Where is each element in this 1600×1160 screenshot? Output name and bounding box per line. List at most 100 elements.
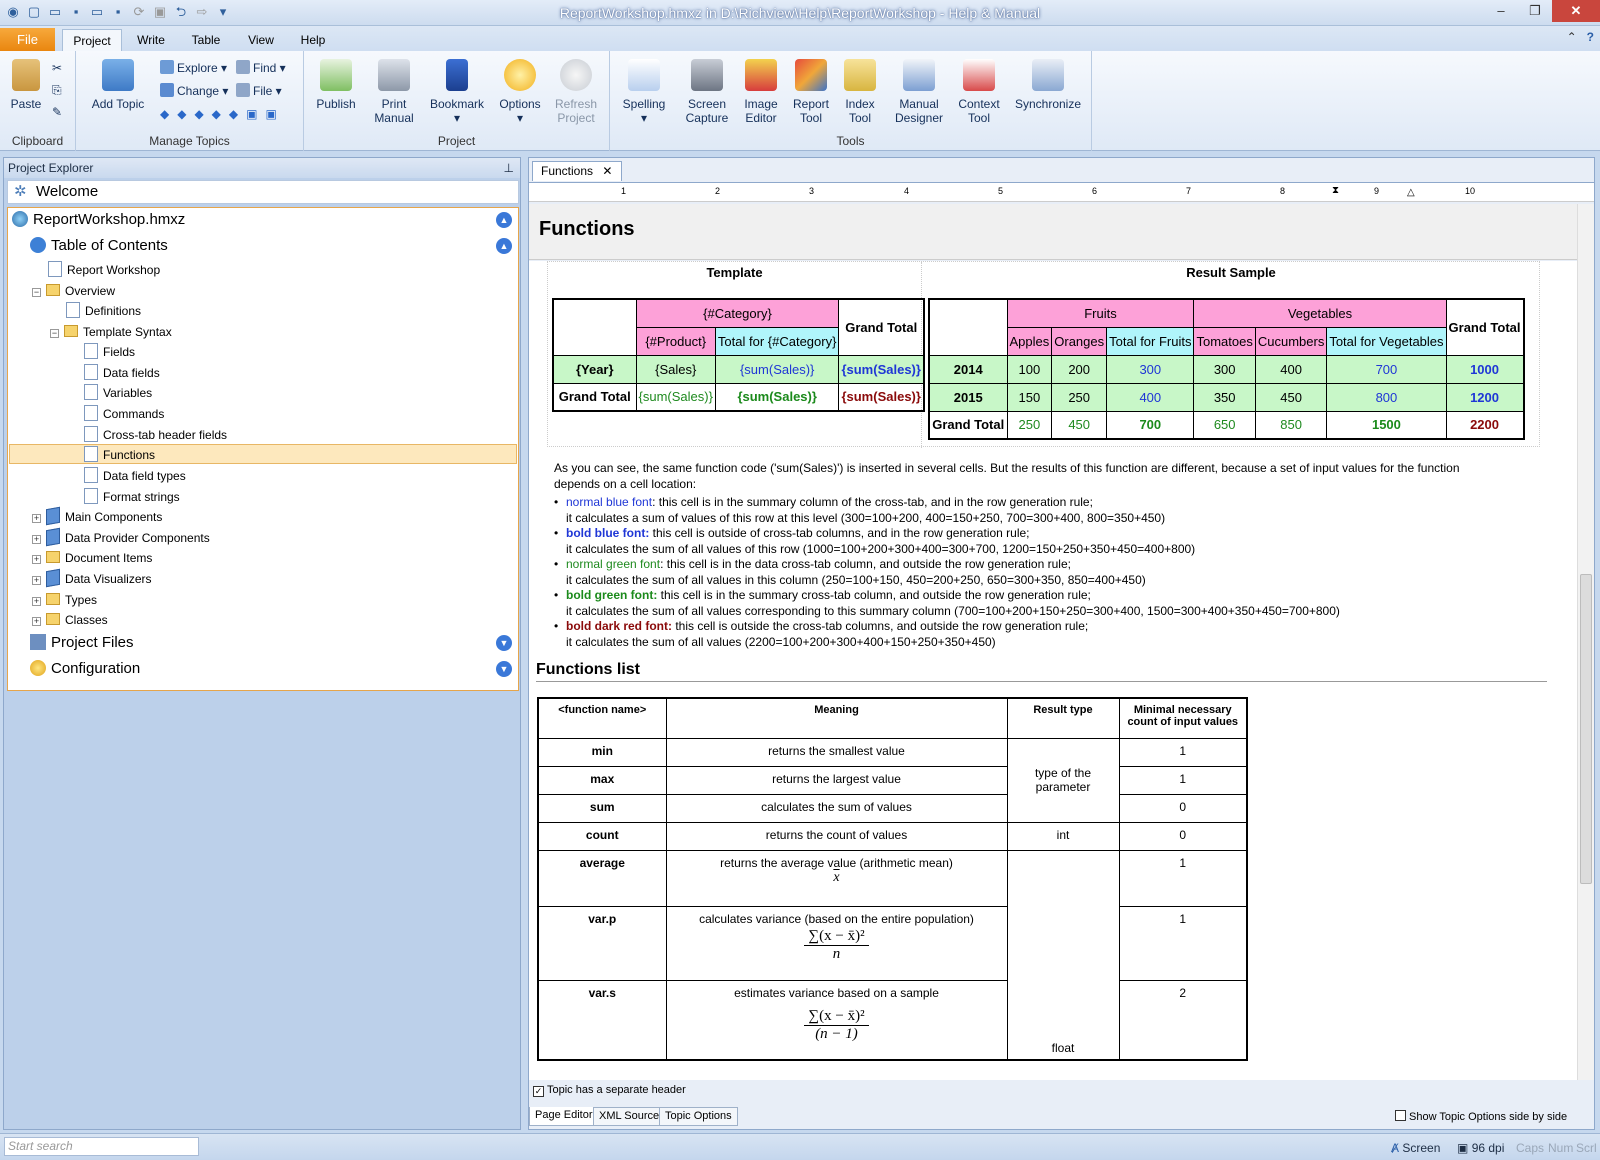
dpi-indicator[interactable]: ▣ 96 dpi <box>1457 1141 1504 1155</box>
tab-functions[interactable]: Functions ✕ <box>532 161 622 181</box>
welcome-item[interactable]: ✲ Welcome <box>7 180 519 204</box>
tree-item-types[interactable]: + Types <box>32 590 97 610</box>
expand-configuration-icon[interactable]: ▼ <box>496 661 512 677</box>
vertical-scrollbar[interactable] <box>1577 204 1594 1080</box>
search-input[interactable]: Start search <box>4 1137 199 1156</box>
side-by-side-checkbox[interactable]: Show Topic Options side by side <box>1395 1110 1567 1123</box>
minimize-ribbon-icon[interactable]: ⌃ <box>1567 30 1577 44</box>
format-painter-icon[interactable]: ✎ <box>52 103 62 121</box>
collapse-icon[interactable]: − <box>50 329 59 338</box>
tree-item-fields[interactable]: Fields <box>84 342 135 362</box>
tree-item-format-strings[interactable]: Format strings <box>84 487 180 507</box>
sum-cell-bold-red: {sum(Sales)} <box>838 382 925 412</box>
topic-content[interactable]: Template Result Sample {#Category} Grand… <box>529 261 1577 1080</box>
tree-item-definitions[interactable]: Definitions <box>66 301 141 321</box>
tree-item-data-visualizers[interactable]: + Data Visualizers <box>32 568 151 589</box>
minimize-icon[interactable]: – <box>1484 0 1518 22</box>
tree-item-functions[interactable]: Functions <box>84 445 155 465</box>
collapse-toc-icon[interactable]: ▲ <box>496 238 512 254</box>
tree-item-data-provider-components[interactable]: + Data Provider Components <box>32 527 210 548</box>
tab-file[interactable]: File <box>0 28 55 51</box>
tree-project-files[interactable]: Project Files <box>30 633 134 653</box>
tree-item-commands[interactable]: Commands <box>84 404 164 424</box>
image-editor-button[interactable]: Image Editor <box>736 59 786 125</box>
bookmark-button[interactable]: Bookmark ▾ <box>426 59 488 125</box>
collapse-project-icon[interactable]: ▲ <box>496 212 512 228</box>
tab-view[interactable]: View <box>238 29 284 51</box>
scrollbar-thumb[interactable] <box>1580 574 1592 884</box>
project-explorer-panel: Project Explorer ⊥ ✲ Welcome ReportWorksh… <box>3 157 521 1130</box>
checkbox-checked-icon[interactable]: ✓ <box>533 1086 544 1097</box>
tree-item-cross-tab-header-fields[interactable]: Cross-tab header fields <box>84 425 227 445</box>
tree-item-report-workshop[interactable]: Report Workshop <box>48 260 160 280</box>
separate-header-checkbox[interactable]: ✓ Topic has a separate header <box>533 1084 686 1097</box>
cut-icon[interactable]: ✂ <box>52 59 62 77</box>
copy-icon[interactable]: ⎘ <box>52 81 62 99</box>
ruler[interactable]: 1 2 3 4 5 6 7 8 9 10 ⧗ △ <box>529 182 1594 202</box>
tree-item-variables[interactable]: Variables <box>84 383 152 403</box>
close-icon[interactable]: ✕ <box>1552 0 1600 22</box>
tree-project[interactable]: ReportWorkshop.hmxz <box>12 210 185 230</box>
tab-topic-options[interactable]: Topic Options <box>659 1107 738 1126</box>
refresh-project-button[interactable]: Refresh Project <box>548 59 604 125</box>
tree-configuration[interactable]: Configuration <box>30 659 140 679</box>
synchronize-button[interactable]: Synchronize <box>1010 59 1086 111</box>
ribbon-right-controls: ⌃ ? <box>1567 30 1594 44</box>
tab-table[interactable]: Table <box>180 29 232 51</box>
options-button[interactable]: Options ▾ <box>492 59 548 125</box>
list-item: bold dark red font: this cell is outside… <box>554 619 1340 650</box>
paste-button[interactable]: Paste <box>0 59 52 111</box>
tree-item-main-components[interactable]: + Main Components <box>32 506 162 527</box>
tree-item-classes[interactable]: + Classes <box>32 610 108 630</box>
expand-project-files-icon[interactable]: ▼ <box>496 635 512 651</box>
tab-marker-icon[interactable]: △ <box>1407 187 1415 198</box>
tab-page-editor[interactable]: Page Editor <box>529 1107 599 1126</box>
manual-designer-button[interactable]: Manual Designer <box>888 59 950 125</box>
expand-icon[interactable]: + <box>32 597 41 606</box>
ruler-mark: 1 <box>621 186 627 196</box>
change-button[interactable]: Change ▾ <box>160 82 228 100</box>
tree-item-data-fields[interactable]: Data fields <box>84 363 160 383</box>
move-arrows-icons[interactable]: ◆◆◆◆◆▣▣ <box>160 105 285 123</box>
close-tab-icon[interactable]: ✕ <box>602 164 612 178</box>
explore-button[interactable]: Explore ▾ <box>160 59 227 77</box>
tree-toc[interactable]: Table of Contents <box>30 236 168 256</box>
index-tool-button[interactable]: Index Tool <box>836 59 884 125</box>
function-min-count: 1 <box>1118 737 1248 767</box>
tab-write[interactable]: Write <box>128 29 174 51</box>
find-button[interactable]: Find ▾ <box>236 59 286 77</box>
expand-icon[interactable]: + <box>32 514 41 523</box>
tab-help[interactable]: Help <box>290 29 336 51</box>
result-header: Result Sample <box>1186 265 1276 280</box>
tree-item-template-syntax[interactable]: − Template Syntax <box>50 322 172 342</box>
tree-item-data-field-types[interactable]: Data field types <box>84 466 186 486</box>
file-button[interactable]: File ▾ <box>236 82 282 100</box>
checkbox-icon[interactable] <box>1395 1110 1406 1121</box>
print-manual-button[interactable]: Print Manual <box>366 59 422 125</box>
spelling-button[interactable]: Spelling ▾ <box>614 59 674 125</box>
topic-header[interactable]: Functions <box>529 204 1577 260</box>
publish-button[interactable]: Publish <box>308 59 364 111</box>
screen-mode[interactable]: Ⱥ Screen <box>1391 1141 1440 1155</box>
restore-icon[interactable]: ❐ <box>1518 0 1552 22</box>
num-indicator: Num <box>1548 1141 1574 1155</box>
tree-item-overview[interactable]: − Overview <box>32 281 115 301</box>
screen-capture-button[interactable]: Screen Capture <box>678 59 736 125</box>
expand-icon[interactable]: + <box>32 555 41 564</box>
pin-icon[interactable]: ⊥ <box>504 158 514 178</box>
context-tool-button[interactable]: Context Tool <box>950 59 1008 125</box>
collapse-icon[interactable]: − <box>32 288 41 297</box>
expand-icon[interactable]: + <box>32 576 41 585</box>
expand-icon[interactable]: + <box>32 617 41 626</box>
result-type-param: type of the parameter <box>1006 737 1120 823</box>
help-icon[interactable]: ? <box>1587 30 1594 44</box>
indent-marker-icon[interactable]: ⧗ <box>1332 185 1339 196</box>
folder-open-icon <box>64 325 78 337</box>
tab-project[interactable]: Project <box>62 29 122 51</box>
expand-icon[interactable]: + <box>32 535 41 544</box>
tab-xml-source[interactable]: XML Source <box>593 1107 666 1126</box>
table-row: min returns the smallest value type of t… <box>537 737 1248 823</box>
add-topic-button[interactable]: Add Topic <box>86 59 150 111</box>
tree-item-document-items[interactable]: + Document Items <box>32 548 152 568</box>
report-tool-button[interactable]: Report Tool <box>786 59 836 125</box>
